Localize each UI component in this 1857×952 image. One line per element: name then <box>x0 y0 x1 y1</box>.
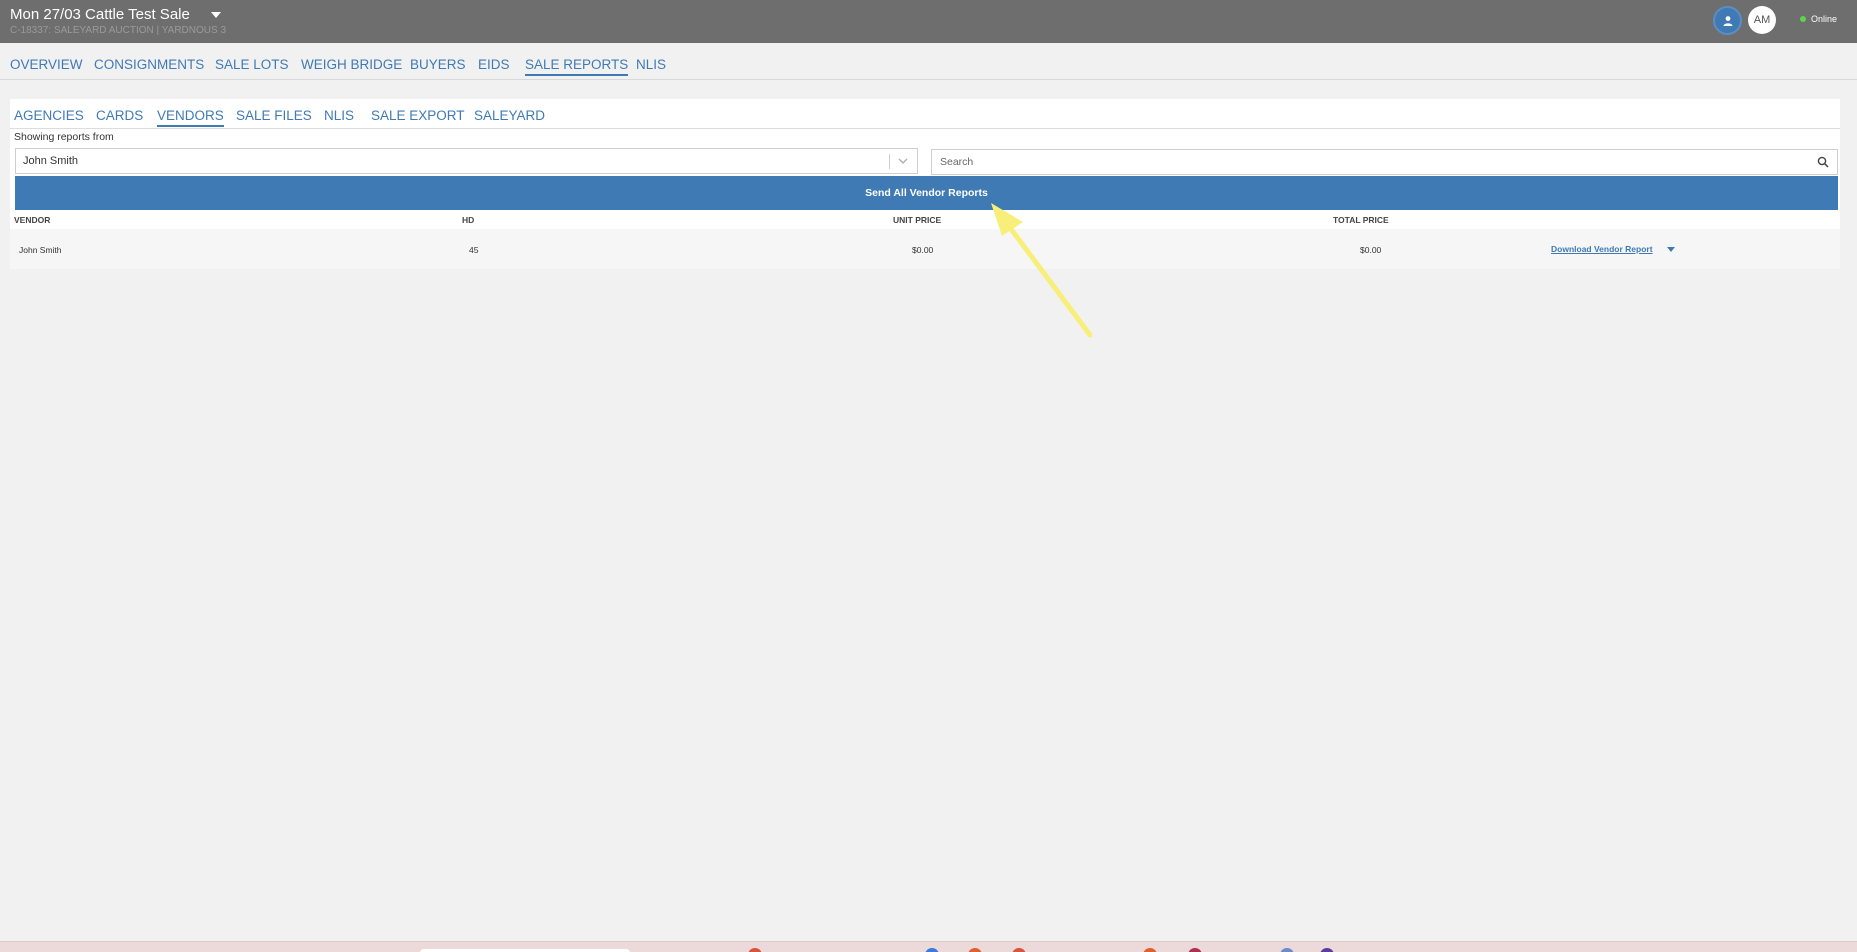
cell-hd: 45 <box>469 245 479 255</box>
status-dot-icon <box>1800 16 1806 22</box>
subtab-agencies[interactable]: AGENCIES <box>14 108 84 123</box>
sale-caret-down-icon[interactable] <box>211 12 221 18</box>
tab-consignments[interactable]: CONSIGNMENTS <box>94 57 204 72</box>
tab-sale-reports[interactable]: SALE REPORTS <box>525 57 629 76</box>
user-icon <box>1723 15 1732 26</box>
connection-status: Online <box>1800 14 1837 24</box>
column-header-total-price: TOTAL PRICE <box>1333 215 1389 225</box>
search-input[interactable] <box>940 151 1790 173</box>
vendor-select-value: John Smith <box>23 155 79 167</box>
chevron-down-icon[interactable] <box>897 154 909 168</box>
search-box <box>931 149 1838 175</box>
taskbar-app-icon[interactable] <box>1143 948 1157 952</box>
subtab-cards[interactable]: CARDS <box>96 108 143 123</box>
taskbar-app-icon[interactable] <box>748 948 762 952</box>
cell-total-price: $0.00 <box>1360 245 1382 255</box>
top-bar: Mon 27/03 Cattle Test Sale C-18337: SALE… <box>0 0 1857 43</box>
tab-nlis[interactable]: NLIS <box>636 57 666 72</box>
status-label: Online <box>1811 14 1838 24</box>
subtab-saleyard[interactable]: SALEYARD <box>474 108 545 123</box>
download-options-caret-icon[interactable] <box>1667 247 1675 252</box>
user-menu-button[interactable] <box>1713 6 1742 35</box>
subtab-vendors[interactable]: VENDORS <box>157 108 224 127</box>
tab-eids[interactable]: EIDS <box>478 57 510 72</box>
subtab-sale-files[interactable]: SALE FILES <box>236 108 312 123</box>
os-taskbar <box>0 941 1857 952</box>
column-header-unit-price: UNIT PRICE <box>893 215 942 225</box>
column-header-vendor: VENDOR <box>14 215 51 225</box>
tab-overview[interactable]: OVERVIEW <box>10 57 83 72</box>
report-sub-nav: AGENCIES CARDS VENDORS SALE FILES NLIS S… <box>10 99 1840 129</box>
cell-vendor: John Smith <box>19 245 62 255</box>
filter-label: Showing reports from <box>14 131 114 143</box>
column-header-hd: HD <box>462 215 475 225</box>
cell-unit-price: $0.00 <box>912 245 934 255</box>
taskbar-app-icon[interactable] <box>968 948 982 952</box>
send-all-vendor-reports-button[interactable]: Send All Vendor Reports <box>15 176 1838 210</box>
tab-buyers[interactable]: BUYERS <box>410 57 466 72</box>
sale-subtitle: C-18337: SALEYARD AUCTION | YARDNOUS 3 <box>10 25 227 36</box>
table-row: John Smith 45 $0.00 $0.00 Download Vendo… <box>10 229 1840 269</box>
sale-title[interactable]: Mon 27/03 Cattle Test Sale <box>10 6 190 23</box>
tab-weigh-bridge[interactable]: WEIGH BRIDGE <box>301 57 402 72</box>
search-icon[interactable] <box>1817 156 1829 168</box>
taskbar-app-icon[interactable] <box>1320 948 1334 952</box>
tab-sale-lots[interactable]: SALE LOTS <box>215 57 289 72</box>
taskbar-app-icon[interactable] <box>925 948 939 952</box>
taskbar-app-icon[interactable] <box>1188 948 1202 952</box>
subtab-sale-export[interactable]: SALE EXPORT <box>371 108 465 123</box>
main-nav: OVERVIEW CONSIGNMENTS SALE LOTS WEIGH BR… <box>0 43 1857 80</box>
vendor-select[interactable]: John Smith <box>15 148 918 174</box>
select-divider <box>889 154 890 169</box>
subtab-nlis[interactable]: NLIS <box>324 108 354 123</box>
taskbar-app-icon[interactable] <box>1280 948 1294 952</box>
download-vendor-report-link[interactable]: Download Vendor Report <box>1551 244 1653 254</box>
taskbar-app-icon[interactable] <box>1012 948 1026 952</box>
avatar[interactable]: AM <box>1748 6 1776 34</box>
reports-panel: AGENCIES CARDS VENDORS SALE FILES NLIS S… <box>10 99 1840 269</box>
